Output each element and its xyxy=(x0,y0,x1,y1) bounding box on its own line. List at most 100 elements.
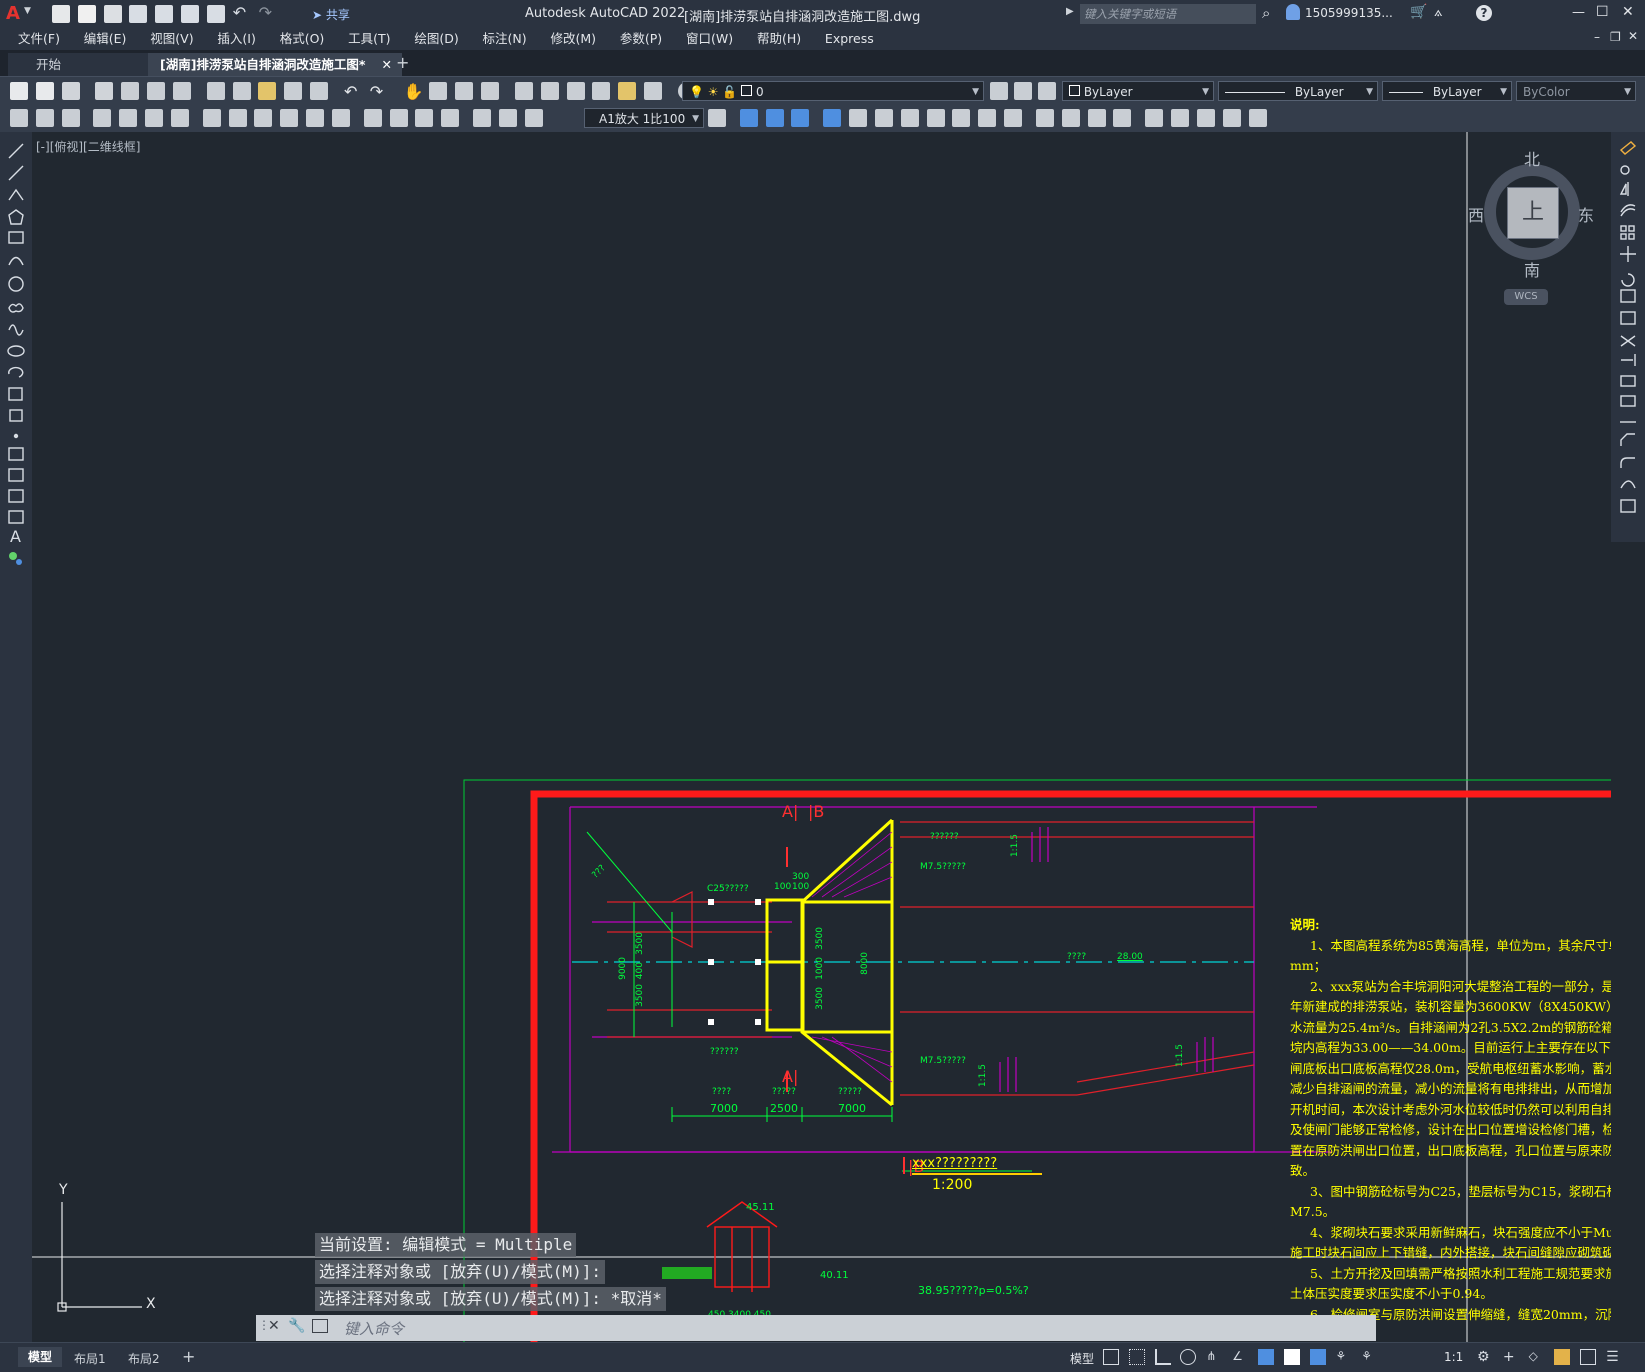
print-icon[interactable] xyxy=(95,82,114,100)
ucs-view-icon[interactable] xyxy=(952,109,971,127)
lineweight-dropdown[interactable]: ByLayer ▼ xyxy=(1382,81,1512,101)
compass-south[interactable]: 南 xyxy=(1524,257,1540,281)
dim-update-icon[interactable] xyxy=(524,109,543,127)
clean-screen-icon[interactable] xyxy=(1580,1349,1597,1365)
undo-icon[interactable]: ↶ xyxy=(344,82,362,101)
image-icon[interactable] xyxy=(1248,109,1267,127)
dim-space-icon[interactable] xyxy=(306,109,325,127)
ucs-3point-icon[interactable] xyxy=(978,109,997,127)
annotation-visibility-icon[interactable]: ⚘ xyxy=(1335,1349,1351,1365)
redo-icon[interactable]: ↷ xyxy=(370,82,388,101)
solid-sphere-icon[interactable] xyxy=(1061,109,1080,127)
model-space-button[interactable]: 模型 xyxy=(1070,1350,1094,1367)
view-cube-top-face[interactable]: 上 xyxy=(1507,187,1559,239)
selection-cycling-icon[interactable] xyxy=(1309,1349,1326,1365)
layer-states-icon[interactable] xyxy=(1038,82,1056,100)
tab-active-drawing[interactable]: [湖南]排涝泵站自排涵洞改造施工图* ✕ xyxy=(148,53,402,76)
command-customize-icon[interactable]: 🔧 xyxy=(288,1318,305,1334)
tab-start[interactable]: 开始 xyxy=(8,53,152,76)
inspection-icon[interactable] xyxy=(415,109,434,127)
cut-icon[interactable] xyxy=(206,82,225,100)
close-tab-icon[interactable]: ✕ xyxy=(382,53,392,76)
annotation-scale-dropdown[interactable]: A1放大 1比100 ▼ xyxy=(584,108,704,128)
add-icon[interactable]: + xyxy=(1503,1349,1519,1365)
properties-icon[interactable] xyxy=(514,82,533,100)
doc-minimize-button[interactable]: – xyxy=(1594,30,1600,44)
menu-format[interactable]: 格式(O) xyxy=(270,28,335,50)
plot-icon[interactable] xyxy=(147,82,166,100)
ortho-icon[interactable] xyxy=(1154,1349,1171,1365)
workspace-gear-icon[interactable]: ⚙ xyxy=(1477,1349,1493,1365)
search-icon[interactable]: ⌕ xyxy=(1262,4,1270,22)
match-properties-icon[interactable] xyxy=(284,82,303,100)
command-input[interactable]: 键入命令 xyxy=(344,1318,404,1339)
view-cube-back-icon[interactable] xyxy=(765,109,784,127)
menu-tools[interactable]: 工具(T) xyxy=(338,28,400,50)
angular-dim-icon[interactable] xyxy=(202,109,221,127)
zoom-realtime-icon[interactable] xyxy=(429,82,448,100)
baseline-dim-icon[interactable] xyxy=(254,109,273,127)
save-icon[interactable] xyxy=(61,82,80,100)
auto-scale-icon[interactable]: ⚘ xyxy=(1361,1349,1377,1365)
cart-icon[interactable]: 🛒 xyxy=(1410,4,1427,20)
customization-menu-icon[interactable]: ☰ xyxy=(1606,1349,1622,1365)
compass-west[interactable]: 西 xyxy=(1468,202,1484,226)
drawing-canvas[interactable]: [-][俯视][二维线框] A| |B A| |B C25????? M7.5?… xyxy=(32,132,1611,1342)
autodesk-a360-icon[interactable]: ⟑ xyxy=(1434,4,1443,20)
tab-layout2[interactable]: 布局2 xyxy=(128,1350,160,1367)
undo-icon[interactable]: ↶ xyxy=(233,5,251,23)
pan-icon[interactable]: ✋ xyxy=(404,82,424,101)
ordinate-dim-icon[interactable] xyxy=(93,109,112,127)
doc-close-button[interactable]: ✕ xyxy=(1628,29,1638,43)
dim-break-icon[interactable] xyxy=(331,109,350,127)
object-snap-icon[interactable] xyxy=(1257,1349,1274,1365)
wblock-icon[interactable] xyxy=(1171,109,1190,127)
compass-east[interactable]: 东 xyxy=(1578,202,1594,226)
ucs-face-icon[interactable] xyxy=(926,109,945,127)
tolerance-icon[interactable] xyxy=(363,109,382,127)
view-cube-side-icon[interactable] xyxy=(791,109,810,127)
save-as-icon[interactable] xyxy=(129,5,148,23)
layer-dropdown[interactable]: 💡 ☀ 🔓 0 ▼ xyxy=(682,81,984,101)
publish-icon[interactable] xyxy=(172,82,191,100)
center-mark-icon[interactable] xyxy=(389,109,408,127)
color-dropdown[interactable]: ByLayer ▼ xyxy=(1062,81,1214,101)
user-icon[interactable] xyxy=(1286,4,1300,20)
print-preview-icon[interactable] xyxy=(121,82,140,100)
isodraft-icon[interactable]: ⋔ xyxy=(1206,1349,1222,1365)
linetype-dropdown[interactable]: ByLayer ▼ xyxy=(1218,81,1378,101)
user-name[interactable]: 1505999135... xyxy=(1305,6,1393,20)
search-input[interactable]: 键入关键字或短语 xyxy=(1080,4,1256,24)
paste-icon[interactable] xyxy=(258,82,277,100)
view-cube[interactable]: 上 北 南 东 西 xyxy=(1468,150,1594,280)
lineweight-icon[interactable] xyxy=(1283,1349,1300,1365)
xref-icon[interactable] xyxy=(1222,109,1241,127)
command-close-icon[interactable]: ✕ xyxy=(268,1318,280,1334)
menu-edit[interactable]: 编辑(E) xyxy=(74,28,137,50)
polar-icon[interactable] xyxy=(1180,1349,1197,1365)
jogged-dim-icon[interactable] xyxy=(145,109,164,127)
ucs-icon[interactable] xyxy=(823,109,842,127)
hardware-accel-icon[interactable] xyxy=(1554,1349,1571,1365)
new-icon[interactable] xyxy=(52,5,70,23)
menu-view[interactable]: 视图(V) xyxy=(140,28,203,50)
dim-style-icon[interactable] xyxy=(708,109,726,127)
maximize-button[interactable]: ☐ xyxy=(1596,4,1609,20)
help-icon[interactable]: ? xyxy=(1476,5,1492,21)
open-icon[interactable] xyxy=(35,82,54,100)
menu-file[interactable]: 文件(F) xyxy=(8,28,70,50)
menu-draw[interactable]: 绘图(D) xyxy=(404,28,468,50)
ucs-object-icon[interactable] xyxy=(900,109,919,127)
tool-palettes-icon[interactable] xyxy=(566,82,585,100)
new-tab-button[interactable]: + xyxy=(396,53,409,72)
menu-express[interactable]: Express xyxy=(815,28,884,50)
sheet-set-icon[interactable] xyxy=(592,82,611,100)
continue-dim-icon[interactable] xyxy=(280,109,299,127)
publish-icon[interactable] xyxy=(155,5,174,23)
block-editor-icon[interactable] xyxy=(310,82,329,100)
menu-parametric[interactable]: 参数(P) xyxy=(610,28,672,50)
ucs-x-icon[interactable] xyxy=(1004,109,1023,127)
doc-restore-button[interactable]: ❐ xyxy=(1610,30,1621,44)
snap-icon[interactable] xyxy=(1128,1349,1145,1365)
quick-calc-icon[interactable] xyxy=(644,82,663,100)
